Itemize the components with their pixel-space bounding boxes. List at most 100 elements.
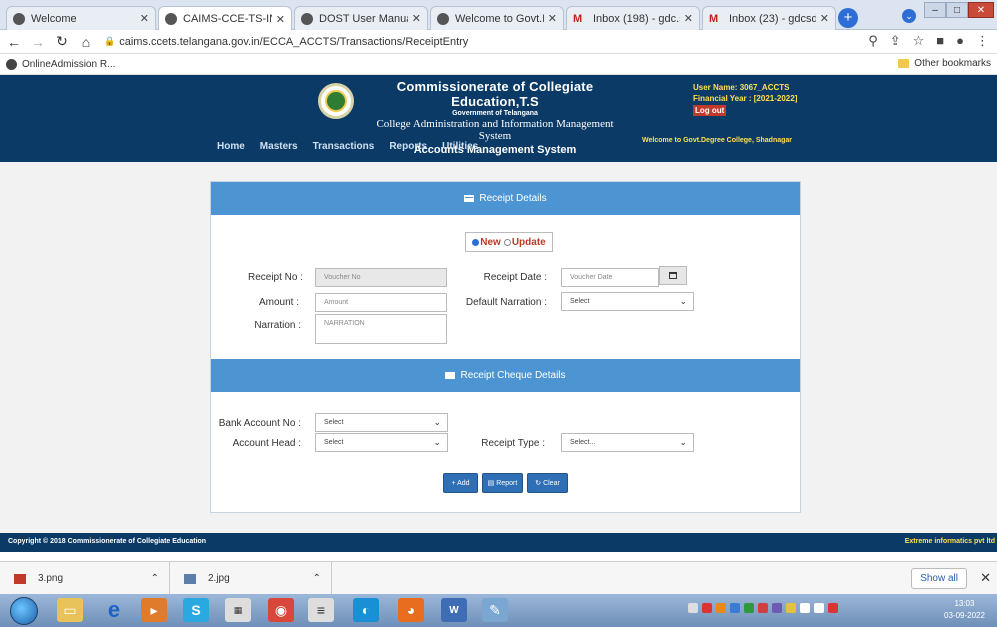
account-head-select[interactable]: Select ⌄ [315,433,448,452]
explorer-icon[interactable]: ▭ [57,598,83,622]
taskbar-clock[interactable]: 13:03 03-09-2022 [944,598,985,622]
maximize-icon[interactable]: □ [946,2,968,18]
report-button[interactable]: ▤ Report [482,473,523,493]
start-button[interactable] [10,597,38,625]
notepad-icon[interactable]: ≡ [308,598,334,622]
tray-app-icon[interactable] [730,603,740,613]
tab-search-icon[interactable]: ⌄ [902,9,916,23]
tab-welcome[interactable]: Welcome ✕ [6,6,156,30]
back-icon[interactable]: ← [4,34,24,50]
download-item-3png[interactable]: 3.png ⌃ [0,562,170,595]
nav-transactions[interactable]: Transactions [313,141,375,152]
nav-reports[interactable]: Reports [389,141,427,152]
chevron-down-icon: ⌄ [679,296,687,306]
bookmarks-bar: OnlineAdmission R... Other bookmarks [0,54,997,75]
menu-icon[interactable]: ⋮ [976,33,989,49]
tray-app-icon[interactable] [744,603,754,613]
paint-icon[interactable]: ✎ [482,598,508,622]
media-player-icon[interactable]: ▸ [141,598,167,622]
new-tab-button[interactable]: + [838,8,858,28]
tab-inbox-198[interactable]: M Inbox (198) - gdc.shadna ✕ [566,6,700,30]
zoom-icon[interactable]: ⚲ [868,33,878,49]
logout-link[interactable]: Log out [693,105,727,116]
tab-title: CAIMS-CCE-TS-IND [183,13,272,25]
alert-icon[interactable] [702,603,712,613]
tab-inbox-23[interactable]: M Inbox (23) - gdcsdnriqac ✕ [702,6,836,30]
close-icon[interactable]: ✕ [548,12,557,25]
downloads-bar: 3.png ⌃ 2.jpg ⌃ Show all ✕ [0,561,997,595]
financial-year: Financial Year : [2021-2022] [693,94,798,103]
tab-caims[interactable]: CAIMS-CCE-TS-IND ✕ [158,6,292,31]
tab-dost-manual[interactable]: DOST User Manual ✕ [294,6,428,30]
clock-date: 03-09-2022 [944,611,985,620]
sidepanel-icon[interactable]: ■ [936,33,944,49]
tray-app-icon[interactable] [716,603,726,613]
close-icon[interactable]: ✕ [140,12,149,25]
close-icon[interactable]: ✕ [820,12,829,25]
reload-icon[interactable]: ↻ [52,33,72,50]
minimize-icon[interactable]: – [924,2,946,18]
chevron-up-icon[interactable]: ⌃ [151,573,159,584]
home-icon[interactable]: ⌂ [76,34,96,50]
main-content: Receipt Details New Update Receipt No : … [0,162,997,533]
close-icon[interactable]: ✕ [412,12,421,25]
receipt-date-input[interactable]: Voucher Date [561,268,659,287]
close-icon[interactable]: ✕ [980,570,991,586]
image-file-icon [184,573,196,584]
firefox-icon[interactable]: ◕ [398,598,424,622]
receipt-date-label: Receipt Date : [483,272,547,283]
tray-app-icon[interactable] [786,603,796,613]
show-all-button[interactable]: Show all [911,568,967,589]
new-radio-label: New [480,236,501,248]
narration-textarea[interactable]: NARRATION [315,314,447,344]
skype-icon[interactable]: S [183,598,209,622]
main-nav: Home Masters Transactions Reports Utilit… [217,141,478,152]
internet-explorer-icon[interactable]: e [101,597,127,622]
receipt-type-select[interactable]: Select... ⌄ [561,433,694,452]
profile-avatar[interactable]: ● [956,33,964,49]
share-icon[interactable]: ⇪ [890,33,901,49]
bookmark-star-icon[interactable]: ☆ [913,33,925,49]
bank-account-select[interactable]: Select ⌄ [315,413,448,432]
receipt-no-input[interactable]: Voucher No [315,268,447,287]
default-narration-value: Select [570,298,590,305]
close-icon[interactable]: ✕ [276,13,285,26]
edge-icon[interactable]: ◐ [353,598,379,622]
nav-home[interactable]: Home [217,141,245,152]
url-field[interactable]: caims.ccets.telangana.gov.in/ECCA_ACCTS/… [119,36,468,48]
account-head-label: Account Head : [232,438,301,449]
calculator-icon[interactable]: ▦ [225,598,251,622]
folder-icon [898,59,910,68]
volume-icon[interactable] [814,603,824,613]
update-radio[interactable] [503,238,511,246]
lock-icon[interactable]: 🔒 [104,36,115,47]
clear-button[interactable]: ↻ Clear [527,473,568,493]
add-button[interactable]: + Add [443,473,478,493]
amount-input[interactable]: Amount [315,293,447,312]
tray-app-icon[interactable] [828,603,838,613]
window-close-icon[interactable]: ✕ [968,2,994,18]
other-bookmarks[interactable]: Other bookmarks [898,58,991,69]
word-icon[interactable]: W [441,598,467,622]
close-icon[interactable]: ✕ [684,12,693,25]
header-subtitle: Government of Telangana [452,110,538,117]
tray-app-icon[interactable] [758,603,768,613]
bookmark-online-admission[interactable]: OnlineAdmission R... [6,58,115,70]
chrome-icon[interactable]: ◉ [268,598,294,622]
keyboard-icon[interactable] [688,603,698,613]
tab-govt-degree[interactable]: Welcome to Govt.Degree ✕ [430,6,564,30]
receipt-details-title: Receipt Details [479,193,547,204]
user-info: User Name: 3067_ACCTS Financial Year : [… [693,82,797,116]
receipt-details-header: Receipt Details [211,182,800,215]
forward-icon[interactable]: → [28,34,48,50]
vendor-text: Extreme informatics pvt ltd [904,538,995,545]
download-item-2jpg[interactable]: 2.jpg ⌃ [170,562,332,595]
chevron-up-icon[interactable]: ⌃ [313,573,321,584]
network-icon[interactable] [800,603,810,613]
new-radio[interactable] [472,238,480,246]
default-narration-select[interactable]: Select ⌄ [561,292,694,311]
tray-app-icon[interactable] [772,603,782,613]
nav-masters[interactable]: Masters [260,141,298,152]
calendar-button[interactable] [659,266,687,285]
nav-utilities[interactable]: Utilities [442,141,478,152]
